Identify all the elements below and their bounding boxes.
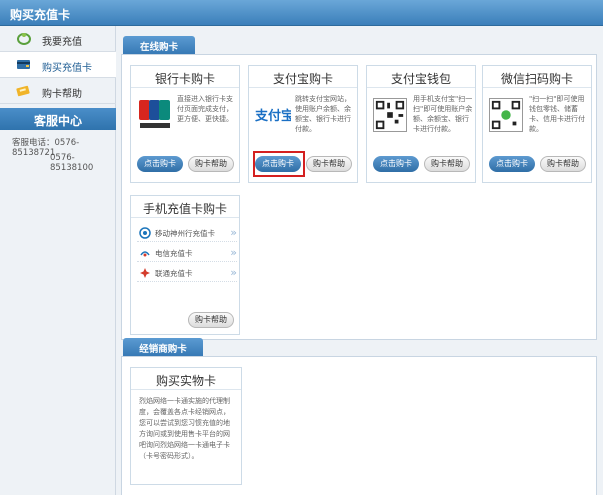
buy-button[interactable]: 点击购卡 <box>373 156 419 172</box>
tab-dealer-label: 经销商购卡 <box>139 344 187 355</box>
buy-button[interactable]: 点击购卡 <box>137 156 183 172</box>
help-button[interactable]: 购卡帮助 <box>188 156 234 172</box>
china-telecom-icon <box>140 251 150 257</box>
card-description: "扫一扫"即可使用钱包零钱、储蓄卡、信用卡进行付款。 <box>529 95 585 133</box>
alipay-purchase-card: 支付宝购卡 支付宝 跳转支付宝网站，使用账户余额、余额宝、银行卡进行付款。 点击… <box>248 65 358 183</box>
card-description: 跳转支付宝网站，使用账户余额、余额宝、银行卡进行付款。 <box>295 95 351 133</box>
online-purchase-section: 银行卡购卡 直接进入银行卡支付页面完成支付，更方便、更快捷。 点击购卡 购卡帮助… <box>121 54 597 340</box>
china-unicom-icon <box>140 268 150 278</box>
buy-button[interactable]: 点击购卡 <box>255 156 301 172</box>
sidebar-item-label: 购卡帮助 <box>42 89 82 100</box>
card-title: 支付宝钱包 <box>367 66 475 88</box>
sidebar-item-recharge[interactable]: 我要充值 <box>0 26 116 52</box>
mobile-recharge-card: 手机充值卡购卡 移动神州行充值卡 » 电信充值卡 » 联通充值卡 » 购卡帮助 <box>130 195 240 335</box>
china-mobile-icon <box>139 227 151 239</box>
phone-number-2: 0576-85138100 <box>50 153 94 173</box>
top-bar: 购买充值卡 <box>0 0 603 26</box>
mobile-item-china-telecom[interactable]: 电信充值卡 » <box>137 244 237 262</box>
dealer-purchase-section: 购买实物卡 烈焰网络一卡通实施的代理制度，会覆盖各点卡经销网点，您可以尝试到您习… <box>121 356 597 495</box>
card-title: 微信扫码购卡 <box>483 66 591 88</box>
phone-label: 客服电话： <box>12 138 55 148</box>
tab-online-label: 在线购卡 <box>139 42 178 53</box>
help-button[interactable]: 购卡帮助 <box>306 156 352 172</box>
card-description: 直接进入银行卡支付页面完成支付，更方便、更快捷。 <box>177 95 233 123</box>
physical-card-purchase: 购买实物卡 烈焰网络一卡通实施的代理制度，会覆盖各点卡经销网点，您可以尝试到您习… <box>130 367 242 485</box>
help-card-icon <box>16 85 30 97</box>
card-description: 用手机支付宝"扫一扫"即可使用账户余额、余额宝、银行卡进行付款。 <box>413 95 473 133</box>
card-title: 支付宝购卡 <box>249 66 357 88</box>
tab-online-purchase[interactable]: 在线购卡 <box>123 36 195 54</box>
card-icon <box>17 60 30 69</box>
help-button[interactable]: 购卡帮助 <box>188 312 234 328</box>
sidebar-item-buy-card[interactable]: 购买充值卡 <box>0 52 116 78</box>
chevron-right-icon: » <box>230 226 237 239</box>
tab-dealer-purchase[interactable]: 经销商购卡 <box>123 338 203 356</box>
chevron-right-icon: » <box>230 266 237 279</box>
unionpay-logo <box>139 100 170 128</box>
wechat-qr-code-icon <box>489 98 523 132</box>
help-button[interactable]: 购卡帮助 <box>424 156 470 172</box>
buy-button[interactable]: 点击购卡 <box>489 156 535 172</box>
card-description: 烈焰网络一卡通实施的代理制度，会覆盖各点卡经销网点，您可以尝试到您习惯充值的地方… <box>139 397 230 460</box>
mobile-item-label: 联通充值卡 <box>155 269 193 278</box>
alipay-wallet-card: 支付宝钱包 用手机支付宝"扫一扫"即可使用账户余额、余额宝、银行卡进行付款。 点… <box>366 65 476 183</box>
qr-code-icon <box>373 98 407 132</box>
card-title: 购买实物卡 <box>131 368 241 390</box>
mobile-item-label: 移动神州行充值卡 <box>155 229 215 238</box>
page-title: 购买充值卡 <box>10 8 71 22</box>
card-title: 银行卡购卡 <box>131 66 239 88</box>
help-button[interactable]: 购卡帮助 <box>540 156 586 172</box>
bracelet-icon <box>17 33 31 45</box>
sidebar: 我要充值 购买充值卡 购卡帮助 客服中心 客服电话：0576-85138721 … <box>0 26 116 495</box>
wechat-purchase-card: 微信扫码购卡 "扫一扫"即可使用钱包零钱、储蓄卡、信用卡进行付款。 点击购卡 购… <box>482 65 592 183</box>
sidebar-item-help[interactable]: 购卡帮助 <box>0 78 116 104</box>
card-title: 手机充值卡购卡 <box>131 196 239 218</box>
mobile-item-china-mobile[interactable]: 移动神州行充值卡 » <box>137 224 237 242</box>
bank-card-purchase-card: 银行卡购卡 直接进入银行卡支付页面完成支付，更方便、更快捷。 点击购卡 购卡帮助 <box>130 65 240 183</box>
mobile-item-label: 电信充值卡 <box>155 249 193 258</box>
mobile-item-china-unicom[interactable]: 联通充值卡 » <box>137 264 237 282</box>
sidebar-item-label: 购买充值卡 <box>42 63 92 74</box>
sidebar-item-label: 我要充值 <box>42 37 82 48</box>
service-center-header: 客服中心 <box>0 108 116 130</box>
alipay-logo: 支付宝 <box>255 108 291 124</box>
main-content: 在线购卡 银行卡购卡 直接进入银行卡支付页面完成支付，更方便、更快捷。 点击购卡… <box>117 26 603 495</box>
svg-text:支付宝: 支付宝 <box>255 108 291 124</box>
chevron-right-icon: » <box>230 246 237 259</box>
service-center-title: 客服中心 <box>33 114 82 128</box>
